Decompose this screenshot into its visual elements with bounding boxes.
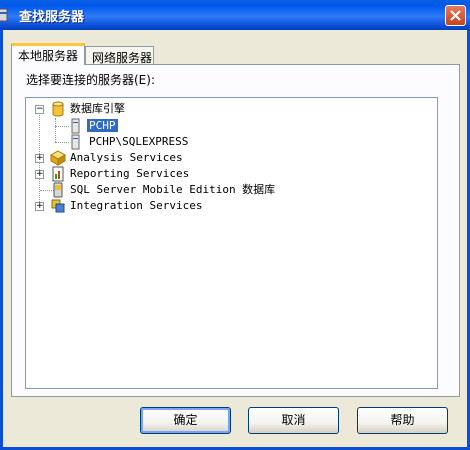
cancel-button[interactable]: 取消: [248, 407, 339, 434]
database-cylinder-icon: [52, 101, 64, 117]
tree-node-integration-services[interactable]: Integration Services: [70, 198, 202, 214]
expand-analysis-services[interactable]: +: [35, 154, 44, 163]
server-tree[interactable]: − 数据库引擎 PCHP PCHP\SQLEXPRESS + Analysis …: [25, 97, 438, 389]
cube-icon: [50, 150, 66, 166]
tree-node-server-pchp[interactable]: PCHP: [86, 118, 119, 134]
collapse-database-engine[interactable]: −: [35, 105, 44, 114]
server-icon: [71, 118, 80, 134]
report-icon: [52, 166, 64, 182]
tree-node-analysis-services[interactable]: Analysis Services: [70, 150, 183, 166]
window-frame-left: [0, 30, 3, 450]
tree-line: [55, 118, 56, 142]
tab-network-servers[interactable]: 网络服务器: [85, 46, 154, 66]
tab-local-servers[interactable]: 本地服务器: [11, 43, 85, 65]
help-button[interactable]: 帮助: [357, 407, 448, 434]
title-bar: 查找服务器: [0, 0, 470, 30]
tree-line: [55, 126, 69, 127]
mobile-database-icon: [53, 182, 63, 198]
tree-node-server-sqlexpress[interactable]: PCHP\SQLEXPRESS: [89, 134, 188, 150]
integration-icon: [51, 199, 65, 213]
expand-integration-services[interactable]: +: [35, 202, 44, 211]
database-icon: [0, 8, 8, 22]
tree-node-mobile-edition[interactable]: SQL Server Mobile Edition 数据库: [70, 182, 275, 198]
close-button[interactable]: [445, 5, 466, 26]
close-icon: [450, 10, 461, 21]
selected-server: PCHP: [86, 118, 119, 133]
expand-reporting-services[interactable]: +: [35, 170, 44, 179]
tree-line: [55, 142, 69, 143]
server-icon: [71, 134, 80, 150]
server-list-label: 选择要连接的服务器(E):: [26, 73, 155, 87]
tree-node-database-engine[interactable]: 数据库引擎: [70, 101, 125, 117]
window-title: 查找服务器: [19, 10, 85, 25]
tree-node-reporting-services[interactable]: Reporting Services: [70, 166, 189, 182]
ok-button[interactable]: 确定: [140, 407, 231, 434]
